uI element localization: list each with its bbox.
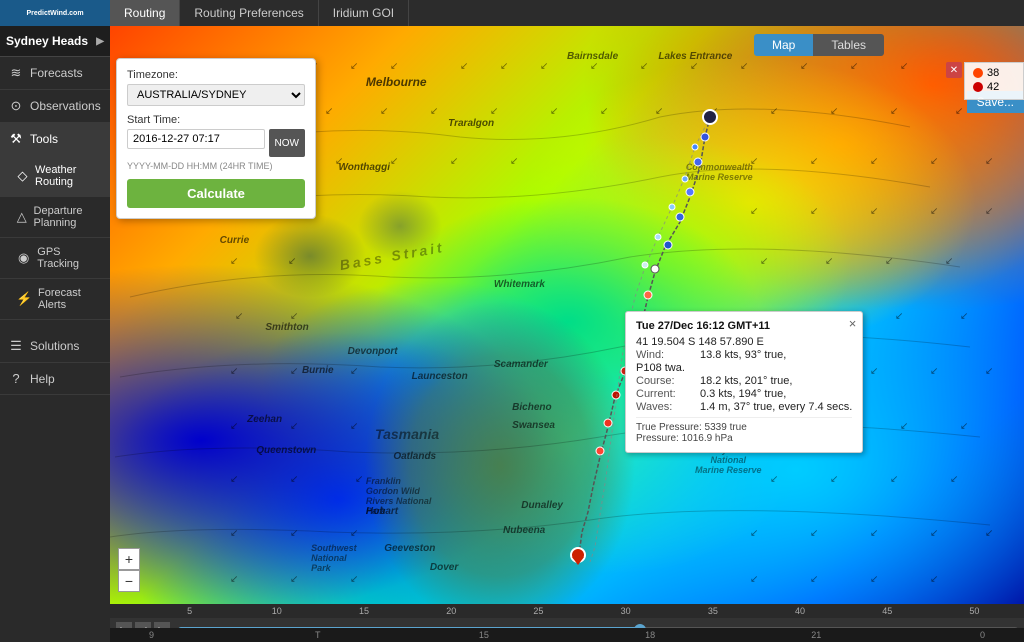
timezone-select[interactable]: AUSTRALIA/SYDNEY — [127, 84, 305, 106]
main-area: Sydney Heads ▶ ≋ Forecasts ⊙ Observation… — [0, 26, 1024, 642]
tooltip-twa: P108 twa. — [636, 362, 685, 374]
tl-20: 20 — [408, 606, 495, 616]
time-0: 0 — [941, 630, 1024, 640]
time-hint: YYYY-MM-DD HH:MM (24HR TIME) — [127, 161, 305, 171]
map-tooltip: × Tue 27/Dec 16:12 GMT+11 41 19.504 S 14… — [625, 311, 863, 453]
timezone-label: Timezone: — [127, 69, 305, 81]
tooltip-current-value: 0.3 kts, 194° true, — [700, 388, 786, 400]
map-button[interactable]: Map — [754, 34, 813, 56]
legend-row-38: 38 — [973, 67, 1015, 79]
sidebar-item-gps-tracking[interactable]: ◉ GPS Tracking — [0, 238, 110, 279]
sidebar-item-departure-planning[interactable]: △ Departure Planning — [0, 197, 110, 238]
time-18: 18 — [609, 630, 692, 640]
tooltip-waves-label: Waves: — [636, 401, 696, 413]
calculate-button[interactable]: Calculate — [127, 179, 305, 208]
tooltip-position: 41 19.504 S 148 57.890 E — [636, 336, 764, 348]
map-toggle: Map Tables — [754, 34, 884, 56]
routing-icon: ◇ — [16, 168, 29, 184]
tl-45: 45 — [844, 606, 931, 616]
solutions-icon: ☰ — [8, 338, 24, 354]
tooltip-title: Tue 27/Dec 16:12 GMT+11 — [636, 320, 852, 332]
time-9: 9 — [110, 630, 193, 640]
tooltip-waves-row: Waves: 1.4 m, 37° true, every 7.4 secs. — [636, 401, 852, 413]
tooltip-current-row: Current: 0.3 kts, 194° true, — [636, 388, 852, 400]
tl-50: 50 — [931, 606, 1018, 616]
obs-icon: ⊙ — [8, 98, 24, 114]
sidebar: Sydney Heads ▶ ≋ Forecasts ⊙ Observation… — [0, 26, 110, 642]
tooltip-waves-value: 1.4 m, 37° true, every 7.4 secs. — [700, 401, 852, 413]
time-T: T — [276, 630, 359, 640]
legend-dot-38 — [973, 68, 983, 78]
zoom-in-button[interactable]: + — [118, 548, 140, 570]
tooltip-course-value: 18.2 kts, 201° true, — [700, 375, 792, 387]
tl-5: 5 — [146, 606, 233, 616]
legend-row-42: 42 — [973, 81, 1015, 93]
tooltip-wind-value: 13.8 kts, 93° true, — [700, 349, 786, 361]
time-21: 21 — [775, 630, 858, 640]
tab-routing-preferences[interactable]: Routing Preferences — [180, 0, 318, 26]
tooltip-current-label: Current: — [636, 388, 696, 400]
legend-panel: 38 42 — [964, 62, 1024, 100]
alert-icon: ⚡ — [16, 291, 32, 307]
tl-30: 30 — [582, 606, 669, 616]
nav-tabs: Routing Routing Preferences Iridium GOI — [110, 0, 409, 26]
tl-10: 10 — [233, 606, 320, 616]
tl-40: 40 — [756, 606, 843, 616]
tooltip-pressure2: Pressure: 1016.9 hPa — [636, 433, 852, 444]
tooltip-twa-row: P108 twa. — [636, 362, 852, 374]
tooltip-pressure1: True Pressure: 5339 true — [636, 422, 852, 433]
sidebar-item-weather-routing[interactable]: ◇ Weather Routing — [0, 156, 110, 197]
tooltip-wind-row: Wind: 13.8 kts, 93° true, — [636, 349, 852, 361]
tl-35: 35 — [669, 606, 756, 616]
sidebar-item-tools[interactable]: ⚒ Tools — [0, 123, 110, 156]
wave-icon: ≋ — [8, 65, 24, 81]
tooltip-extra: True Pressure: 5339 true Pressure: 1016.… — [636, 417, 852, 444]
sidebar-item-forecast-alerts[interactable]: ⚡ Forecast Alerts — [0, 279, 110, 320]
top-nav: PredictWind.com Routing Routing Preferen… — [0, 0, 1024, 26]
tooltip-close-button[interactable]: × — [849, 316, 857, 331]
close-legend-button[interactable]: ✕ — [946, 62, 962, 78]
time-15: 15 — [442, 630, 525, 640]
departure-icon: △ — [16, 209, 28, 225]
sidebar-item-forecasts[interactable]: ≋ Forecasts — [0, 57, 110, 90]
help-icon: ? — [8, 371, 24, 386]
sidebar-item-solutions[interactable]: ☰ Solutions — [0, 330, 110, 363]
tooltip-course-row: Course: 18.2 kts, 201° true, — [636, 375, 852, 387]
tab-iridium-goi[interactable]: Iridium GOI — [319, 0, 409, 26]
routing-panel: Timezone: AUSTRALIA/SYDNEY Start Time: N… — [116, 58, 316, 219]
tables-button[interactable]: Tables — [813, 34, 884, 56]
now-button[interactable]: NOW — [269, 129, 305, 157]
sidebar-item-observations[interactable]: ⊙ Observations — [0, 90, 110, 123]
zoom-controls: + − — [118, 548, 140, 592]
tooltip-course-label: Course: — [636, 375, 696, 387]
start-time-input[interactable] — [127, 129, 265, 149]
gps-icon: ◉ — [16, 250, 31, 266]
tl-25: 25 — [495, 606, 582, 616]
tools-icon: ⚒ — [8, 131, 24, 147]
zoom-out-button[interactable]: − — [118, 570, 140, 592]
logo: PredictWind.com — [0, 0, 110, 26]
timeline-numbers: 5 10 15 20 25 30 35 40 45 50 — [110, 604, 1024, 618]
tab-routing[interactable]: Routing — [110, 0, 180, 26]
map-area[interactable]: ↙ ↙ ↙ ↙ ↙ ↙ ↙ ↙ ↙ ↙ ↙ ↙ ↙ ↙ ↙ ↙ ↙ ↙ ↙ ↙ — [110, 26, 1024, 642]
timeline-time-labels: 9 T 15 18 21 0 — [110, 628, 1024, 642]
chevron-right-icon: ▶ — [96, 36, 104, 47]
tl-15: 15 — [320, 606, 407, 616]
start-time-label: Start Time: — [127, 114, 305, 126]
sidebar-header[interactable]: Sydney Heads ▶ — [0, 26, 110, 57]
tooltip-wind-label: Wind: — [636, 349, 696, 361]
start-time-row: NOW — [127, 129, 305, 157]
tooltip-position-row: 41 19.504 S 148 57.890 E — [636, 336, 852, 348]
legend-dot-42 — [973, 82, 983, 92]
sidebar-item-help[interactable]: ? Help — [0, 363, 110, 395]
